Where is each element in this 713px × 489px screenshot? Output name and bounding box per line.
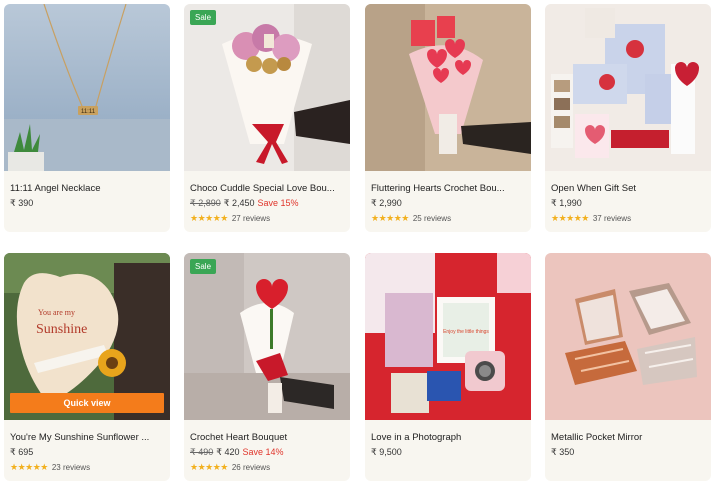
price: ₹ 350 <box>551 447 575 457</box>
price: ₹ 390 <box>10 198 34 208</box>
product-title[interactable]: Open When Gift Set <box>551 183 707 194</box>
product-image[interactable]: You are my Sunshine Quick view <box>4 253 170 420</box>
price: ₹ 2,990 <box>371 198 402 208</box>
product-image[interactable]: Sale <box>184 4 350 171</box>
product-card[interactable]: Open When Gift Set ₹ 1,990 ★★★★★ 37 revie… <box>545 4 711 232</box>
sale-badge: Sale <box>190 259 217 274</box>
product-card[interactable]: Sale Crochet Heart Bouquet ₹ 490 ₹ 420 Sav… <box>184 253 350 481</box>
sale-badge: Sale <box>190 10 217 25</box>
product-card[interactable]: Metallic Pocket Mirror ₹ 350 <box>545 253 711 481</box>
review-count: 25 reviews <box>412 214 452 223</box>
necklace-pendant-text: 11:11 <box>81 109 96 115</box>
price: ₹ 1,990 <box>551 198 582 208</box>
product-title[interactable]: Metallic Pocket Mirror <box>551 432 707 443</box>
save-label: Save 14% <box>242 447 284 457</box>
rating: ★★★★★ 26 reviews <box>190 462 270 473</box>
price-row: ₹ 695 <box>10 447 33 458</box>
save-label: Save 15% <box>257 198 299 208</box>
price-row: ₹ 2,890 ₹ 2,450 Save 15% <box>190 198 299 209</box>
product-title[interactable]: Choco Cuddle Special Love Bou... <box>190 183 346 194</box>
price: ₹ 695 <box>10 447 34 457</box>
product-image[interactable] <box>545 253 711 420</box>
card-text-small: You are my <box>38 308 75 317</box>
price: ₹ 420 <box>216 447 240 457</box>
star-icons: ★★★★★ <box>10 462 48 472</box>
product-title[interactable]: 11:11 Angel Necklace <box>10 183 166 194</box>
product-image[interactable] <box>545 4 711 171</box>
price: ₹ 9,500 <box>371 447 402 457</box>
original-price: ₹ 2,890 <box>190 198 221 208</box>
price-row: ₹ 2,990 <box>371 198 402 209</box>
price-row: ₹ 9,500 <box>371 447 402 458</box>
review-count: 37 reviews <box>592 214 632 223</box>
product-title[interactable]: You're My Sunshine Sunflower ... <box>10 432 166 443</box>
product-card[interactable]: Enjoy the little things Love in a Photog… <box>365 253 531 481</box>
star-icons: ★★★★★ <box>371 213 409 223</box>
product-card[interactable]: 11:11 11:11 Angel Necklace ₹ 390 <box>4 4 170 232</box>
card-text-large: Sunshine <box>36 322 87 337</box>
star-icons: ★★★★★ <box>190 213 228 223</box>
review-count: 26 reviews <box>231 463 271 472</box>
product-image[interactable]: Sale <box>184 253 350 420</box>
review-count: 23 reviews <box>51 463 91 472</box>
price-row: ₹ 350 <box>551 447 574 458</box>
frame-text: Enjoy the little things <box>443 329 489 335</box>
rating: ★★★★★ 27 reviews <box>190 213 270 224</box>
product-card[interactable]: Fluttering Hearts Crochet Bou... ₹ 2,990… <box>365 4 531 232</box>
original-price: ₹ 490 <box>190 447 214 457</box>
price-row: ₹ 390 <box>10 198 33 209</box>
product-title[interactable]: Fluttering Hearts Crochet Bou... <box>371 183 527 194</box>
rating: ★★★★★ 23 reviews <box>10 462 90 473</box>
star-icons: ★★★★★ <box>551 213 589 223</box>
product-image[interactable]: 11:11 <box>4 4 170 171</box>
product-card[interactable]: Sale Choco Cuddle Special Love Bou... ₹ … <box>184 4 350 232</box>
price: ₹ 2,450 <box>223 198 255 208</box>
price-row: ₹ 1,990 <box>551 198 582 209</box>
product-title[interactable]: Crochet Heart Bouquet <box>190 432 346 443</box>
review-count: 27 reviews <box>231 214 271 223</box>
rating: ★★★★★ 37 reviews <box>551 213 631 224</box>
price-row: ₹ 490 ₹ 420 Save 14% <box>190 447 284 458</box>
product-card[interactable]: You are my Sunshine Quick view You're My… <box>4 253 170 481</box>
product-title[interactable]: Love in a Photograph <box>371 432 527 443</box>
rating: ★★★★★ 25 reviews <box>371 213 451 224</box>
quick-view-button[interactable]: Quick view <box>10 393 164 413</box>
product-image[interactable] <box>365 4 531 171</box>
star-icons: ★★★★★ <box>190 462 228 472</box>
product-image[interactable]: Enjoy the little things <box>365 253 531 420</box>
